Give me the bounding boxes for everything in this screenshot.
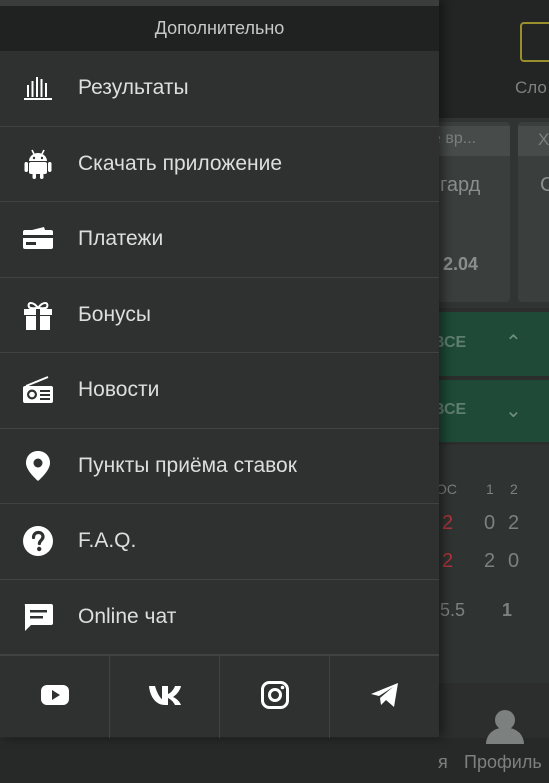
menu-item-label: Результаты	[78, 76, 189, 100]
event-card-odds[interactable]: 2.04	[443, 254, 478, 275]
avatar-body	[486, 728, 524, 744]
table-cell: 2	[484, 550, 496, 572]
vk-button[interactable]	[110, 656, 220, 738]
drawer-title: Дополнительно	[154, 18, 285, 38]
menu-item-payments[interactable]: Платежи	[0, 202, 439, 278]
menu-item-download-app[interactable]: Скачать приложение	[0, 127, 439, 202]
table-cell: 5.5	[440, 600, 466, 620]
table-cell: 2	[508, 512, 520, 534]
event-card-close[interactable]: Х	[538, 130, 549, 150]
menu-item-label: Пункты приёма ставок	[78, 453, 297, 477]
telegram-icon	[370, 682, 400, 713]
youtube-button[interactable]	[0, 656, 110, 738]
slots-label[interactable]: Сло	[515, 78, 547, 98]
drawer-header: Дополнительно	[0, 6, 439, 51]
menu-item-label: Online чат	[78, 604, 177, 628]
table-cell: 0	[508, 550, 520, 572]
drawer-menu: Результаты Скачать приложение Платежи Бо…	[0, 51, 439, 655]
menu-item-online-chat[interactable]: Online чат	[0, 580, 439, 655]
menu-item-news[interactable]: Новости	[0, 353, 439, 429]
location-pin-icon	[22, 450, 54, 482]
results-bars-icon	[22, 72, 54, 104]
menu-item-label: Платежи	[78, 227, 164, 251]
profile-nav-item[interactable]: Профиль	[464, 752, 542, 773]
menu-item-label: Новости	[78, 378, 160, 402]
social-links	[0, 655, 439, 738]
chevron-up-icon[interactable]: ⌃	[505, 330, 522, 355]
menu-item-results[interactable]: Результаты	[0, 51, 439, 127]
chat-icon	[22, 601, 54, 633]
chevron-down-icon[interactable]: ⌄	[505, 398, 522, 423]
table-header-cell: ОС	[436, 481, 457, 497]
side-drawer: Дополнительно Результаты Скачать приложе…	[0, 0, 439, 738]
gift-icon	[22, 299, 54, 331]
youtube-icon	[40, 684, 70, 711]
menu-item-bonuses[interactable]: Бонусы	[0, 278, 439, 353]
bottom-nav-item[interactable]: я	[438, 752, 448, 773]
table-header-cell: 2	[510, 481, 518, 497]
radio-icon	[22, 374, 54, 406]
table-cell: 2	[442, 512, 454, 534]
menu-item-label: Скачать приложение	[78, 151, 283, 175]
telegram-button[interactable]	[330, 656, 439, 738]
menu-item-label: F.A.Q.	[78, 529, 137, 553]
table-cell: 1	[502, 600, 513, 620]
table-header-cell: 1	[486, 481, 494, 497]
table-cell: 0	[484, 512, 496, 534]
slots-logo-icon	[520, 22, 549, 62]
event-card-team: гард	[440, 174, 481, 196]
menu-item-faq[interactable]: F.A.Q.	[0, 504, 439, 580]
menu-item-label: Бонусы	[78, 302, 151, 326]
avatar-icon	[495, 710, 515, 730]
vk-icon	[148, 684, 182, 711]
question-icon	[22, 525, 54, 557]
menu-item-betting-points[interactable]: Пункты приёма ставок	[0, 429, 439, 504]
event-card-team: С	[540, 174, 549, 196]
instagram-icon	[260, 680, 289, 714]
table-cell: 2	[442, 550, 454, 572]
instagram-button[interactable]	[220, 656, 330, 738]
android-icon	[22, 148, 54, 180]
card-icon	[22, 223, 54, 255]
